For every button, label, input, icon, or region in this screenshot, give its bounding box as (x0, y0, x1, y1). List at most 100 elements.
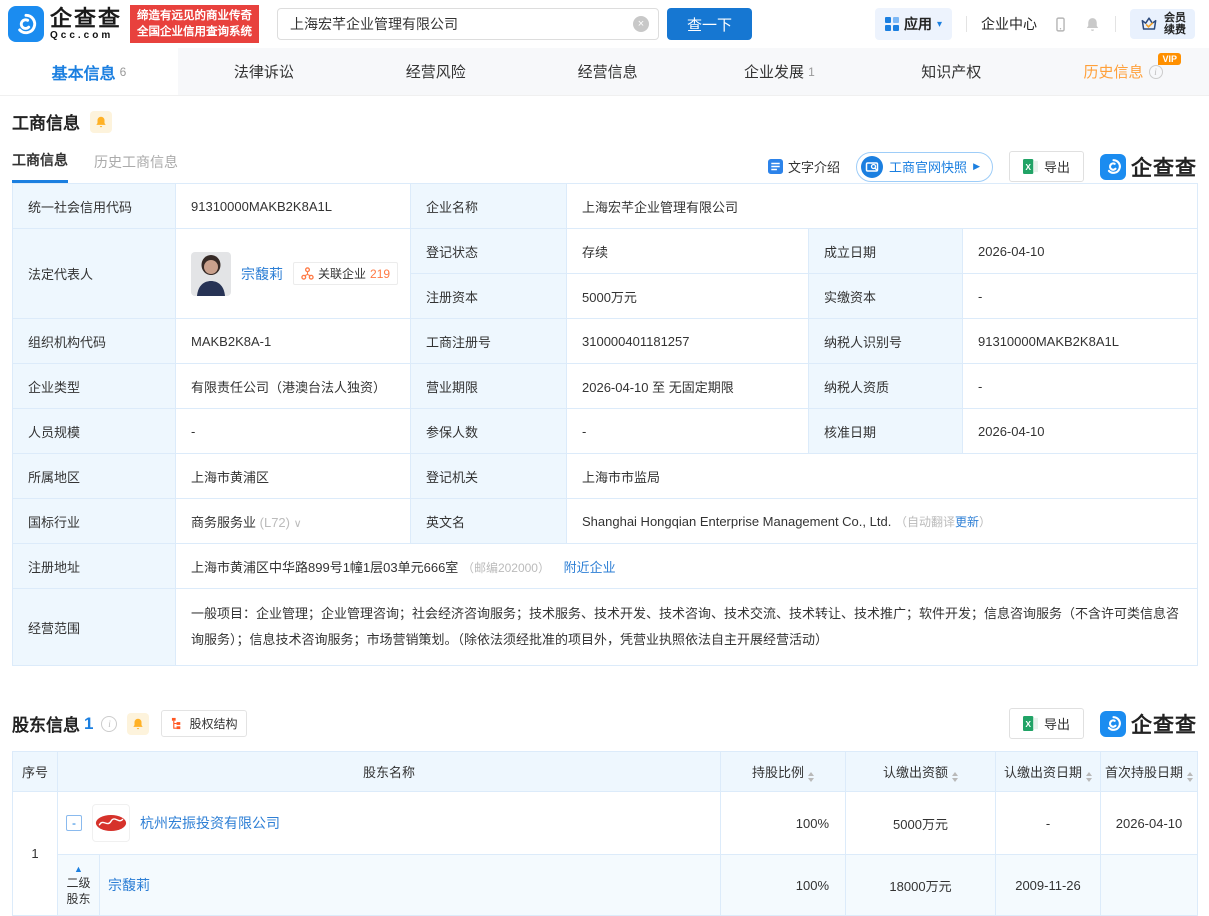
field-value-reg-capital: 5000万元 (567, 274, 809, 319)
slogan-banner: 缔造有远见的商业传奇 全国企业信用查询系统 (130, 5, 259, 43)
field-value-scope: 一般项目：企业管理；企业管理咨询；社会经济咨询服务；技术服务、技术开发、技术咨询… (176, 589, 1198, 666)
field-value-legal-rep: 宗馥莉 关联企业 219 (176, 229, 411, 319)
industry-expand-icon[interactable]: ∨ (294, 518, 302, 530)
legal-rep-photo[interactable] (191, 252, 231, 296)
top-header: 企查查 Qcc.com 缔造有远见的商业传奇 全国企业信用查询系统 × 查一下 … (0, 0, 1209, 48)
company-nav-tabs: 基本信息6 法律诉讼 经营风险 经营信息 企业发展1 知识产权 VIP 历史信息… (0, 48, 1209, 96)
shareholder-row: 1 - 杭州宏振投资有限公司 100% 5000万元 - 2026-04-10 (13, 792, 1198, 855)
sort-icon (952, 772, 958, 782)
mobile-app-icon[interactable] (1051, 15, 1069, 33)
text-intro-button[interactable]: 文字介绍 (768, 157, 840, 176)
field-label-legal-rep: 法定代表人 (13, 229, 176, 319)
date-cell: - (996, 792, 1101, 855)
first-date-cell (1101, 855, 1198, 916)
tab-legal-litigation[interactable]: 法律诉讼 (178, 48, 350, 95)
date-cell: 2009-11-26 (996, 855, 1101, 916)
col-header-index: 序号 (13, 752, 58, 792)
tab-history-info[interactable]: VIP 历史信息 i (1037, 48, 1209, 95)
company-logo (92, 804, 130, 842)
play-icon: ▶ (973, 161, 980, 172)
divider (966, 16, 967, 32)
col-header-ratio[interactable]: 持股比例 (721, 752, 846, 792)
brand-name: 企查查 (50, 8, 122, 30)
qcc-watermark-logo: 企查查 (1100, 709, 1197, 739)
business-info-table: 统一社会信用代码 91310000MAKB2K8A1L 企业名称 上海宏芊企业管… (12, 183, 1198, 666)
member-label-line1: 会员 (1164, 12, 1186, 24)
shareholder-sub-row: ▲ 二级 股东 宗馥莉 100% 18000万元 2009-11-26 (13, 855, 1198, 916)
export-button[interactable]: X 导出 (1009, 708, 1084, 739)
en-name-update-link[interactable]: 更新 (955, 515, 979, 529)
sort-icon (1187, 772, 1193, 782)
equity-structure-button[interactable]: 股权结构 (161, 710, 247, 737)
field-value-en-name: Shanghai Hongqian Enterprise Management … (567, 499, 1198, 544)
vip-badge: VIP (1158, 53, 1181, 65)
amount-cell: 18000万元 (846, 855, 996, 916)
field-value-industry: 商务服务业 (L72) ∨ (176, 499, 411, 544)
svg-text:X: X (1025, 719, 1031, 729)
field-value-org-code: MAKB2K8A-1 (176, 319, 411, 364)
field-value-insured: - (567, 409, 809, 454)
tab-intellectual-property[interactable]: 知识产权 (865, 48, 1037, 95)
field-label-insured: 参保人数 (411, 409, 567, 454)
field-label-biz-term: 营业期限 (411, 364, 567, 409)
clear-search-icon[interactable]: × (633, 16, 649, 32)
subtab-history-business-info[interactable]: 历史工商信息 (94, 152, 178, 182)
field-label-address: 注册地址 (13, 544, 176, 589)
qcc-logo-icon (1100, 711, 1126, 737)
monitor-bell-icon[interactable] (127, 713, 149, 735)
col-header-name: 股东名称 (58, 752, 721, 792)
excel-icon: X (1023, 159, 1038, 174)
ratio-cell: 100% (721, 855, 846, 916)
col-header-amount[interactable]: 认缴出资额 (846, 752, 996, 792)
field-value-authority: 上海市市监局 (567, 454, 1198, 499)
shareholder-person-link[interactable]: 宗馥莉 (108, 875, 150, 895)
svg-text:X: X (1025, 162, 1031, 172)
field-label-reg-status: 登记状态 (411, 229, 567, 274)
nearby-companies-link[interactable]: 附近企业 (564, 560, 616, 575)
qcc-logo-icon (1100, 154, 1126, 180)
col-header-date[interactable]: 认缴出资日期 (996, 752, 1101, 792)
slogan-line1: 缔造有远见的商业传奇 (137, 8, 252, 24)
qcc-logo[interactable]: 企查查 Qcc.com (8, 6, 122, 42)
member-renew-button[interactable]: 会员 续费 (1130, 9, 1195, 39)
field-label-taxpayer-id: 纳税人识别号 (809, 319, 963, 364)
shareholders-count: 1 (84, 714, 93, 734)
related-companies-badge[interactable]: 关联企业 219 (293, 262, 398, 285)
shareholder-name-cell: - 杭州宏振投资有限公司 (58, 792, 721, 855)
slogan-line2: 全国企业信用查询系统 (137, 24, 252, 40)
divider (1115, 16, 1116, 32)
official-snapshot-button[interactable]: 工商官网快照 ▶ (856, 152, 993, 182)
field-label-staff-size: 人员规模 (13, 409, 176, 454)
tab-operation-info[interactable]: 经营信息 (522, 48, 694, 95)
field-value-region: 上海市黄浦区 (176, 454, 411, 499)
enterprise-center-link[interactable]: 企业中心 (981, 14, 1037, 34)
tier-collapse-toggle[interactable]: ▲ 二级 股东 (58, 855, 100, 915)
field-label-industry: 国标行业 (13, 499, 176, 544)
search-button[interactable]: 查一下 (667, 8, 752, 40)
field-label-usci: 统一社会信用代码 (13, 184, 176, 229)
tab-operation-risk[interactable]: 经营风险 (350, 48, 522, 95)
col-header-first-date[interactable]: 首次持股日期 (1101, 752, 1198, 792)
triangle-up-icon: ▲ (74, 863, 83, 875)
field-label-taxpayer-qual: 纳税人资质 (809, 364, 963, 409)
shareholders-title: 股东信息 (12, 711, 80, 736)
field-value-company-type: 有限责任公司（港澳台法人独资） (176, 364, 411, 409)
shareholder-company-link[interactable]: 杭州宏振投资有限公司 (140, 813, 280, 833)
field-label-paid-capital: 实缴资本 (809, 274, 963, 319)
collapse-toggle[interactable]: - (66, 815, 82, 831)
equity-chart-icon (171, 717, 184, 730)
field-value-reg-no: 310000401181257 (567, 319, 809, 364)
subtab-business-info[interactable]: 工商信息 (12, 150, 68, 183)
apps-menu-button[interactable]: 应用 ▾ (875, 8, 952, 40)
brand-domain: Qcc.com (50, 30, 122, 41)
monitor-bell-icon[interactable] (90, 111, 112, 133)
legal-rep-link[interactable]: 宗馥莉 (241, 264, 283, 284)
field-value-usci: 91310000MAKB2K8A1L (176, 184, 411, 229)
notification-bell-icon[interactable] (1083, 15, 1101, 33)
search-input[interactable] (277, 8, 659, 40)
tab-enterprise-development[interactable]: 企业发展1 (693, 48, 865, 95)
field-label-reg-no: 工商注册号 (411, 319, 567, 364)
snapshot-icon (861, 156, 883, 178)
tab-basic-info[interactable]: 基本信息6 (0, 48, 178, 95)
export-button[interactable]: X 导出 (1009, 151, 1084, 182)
